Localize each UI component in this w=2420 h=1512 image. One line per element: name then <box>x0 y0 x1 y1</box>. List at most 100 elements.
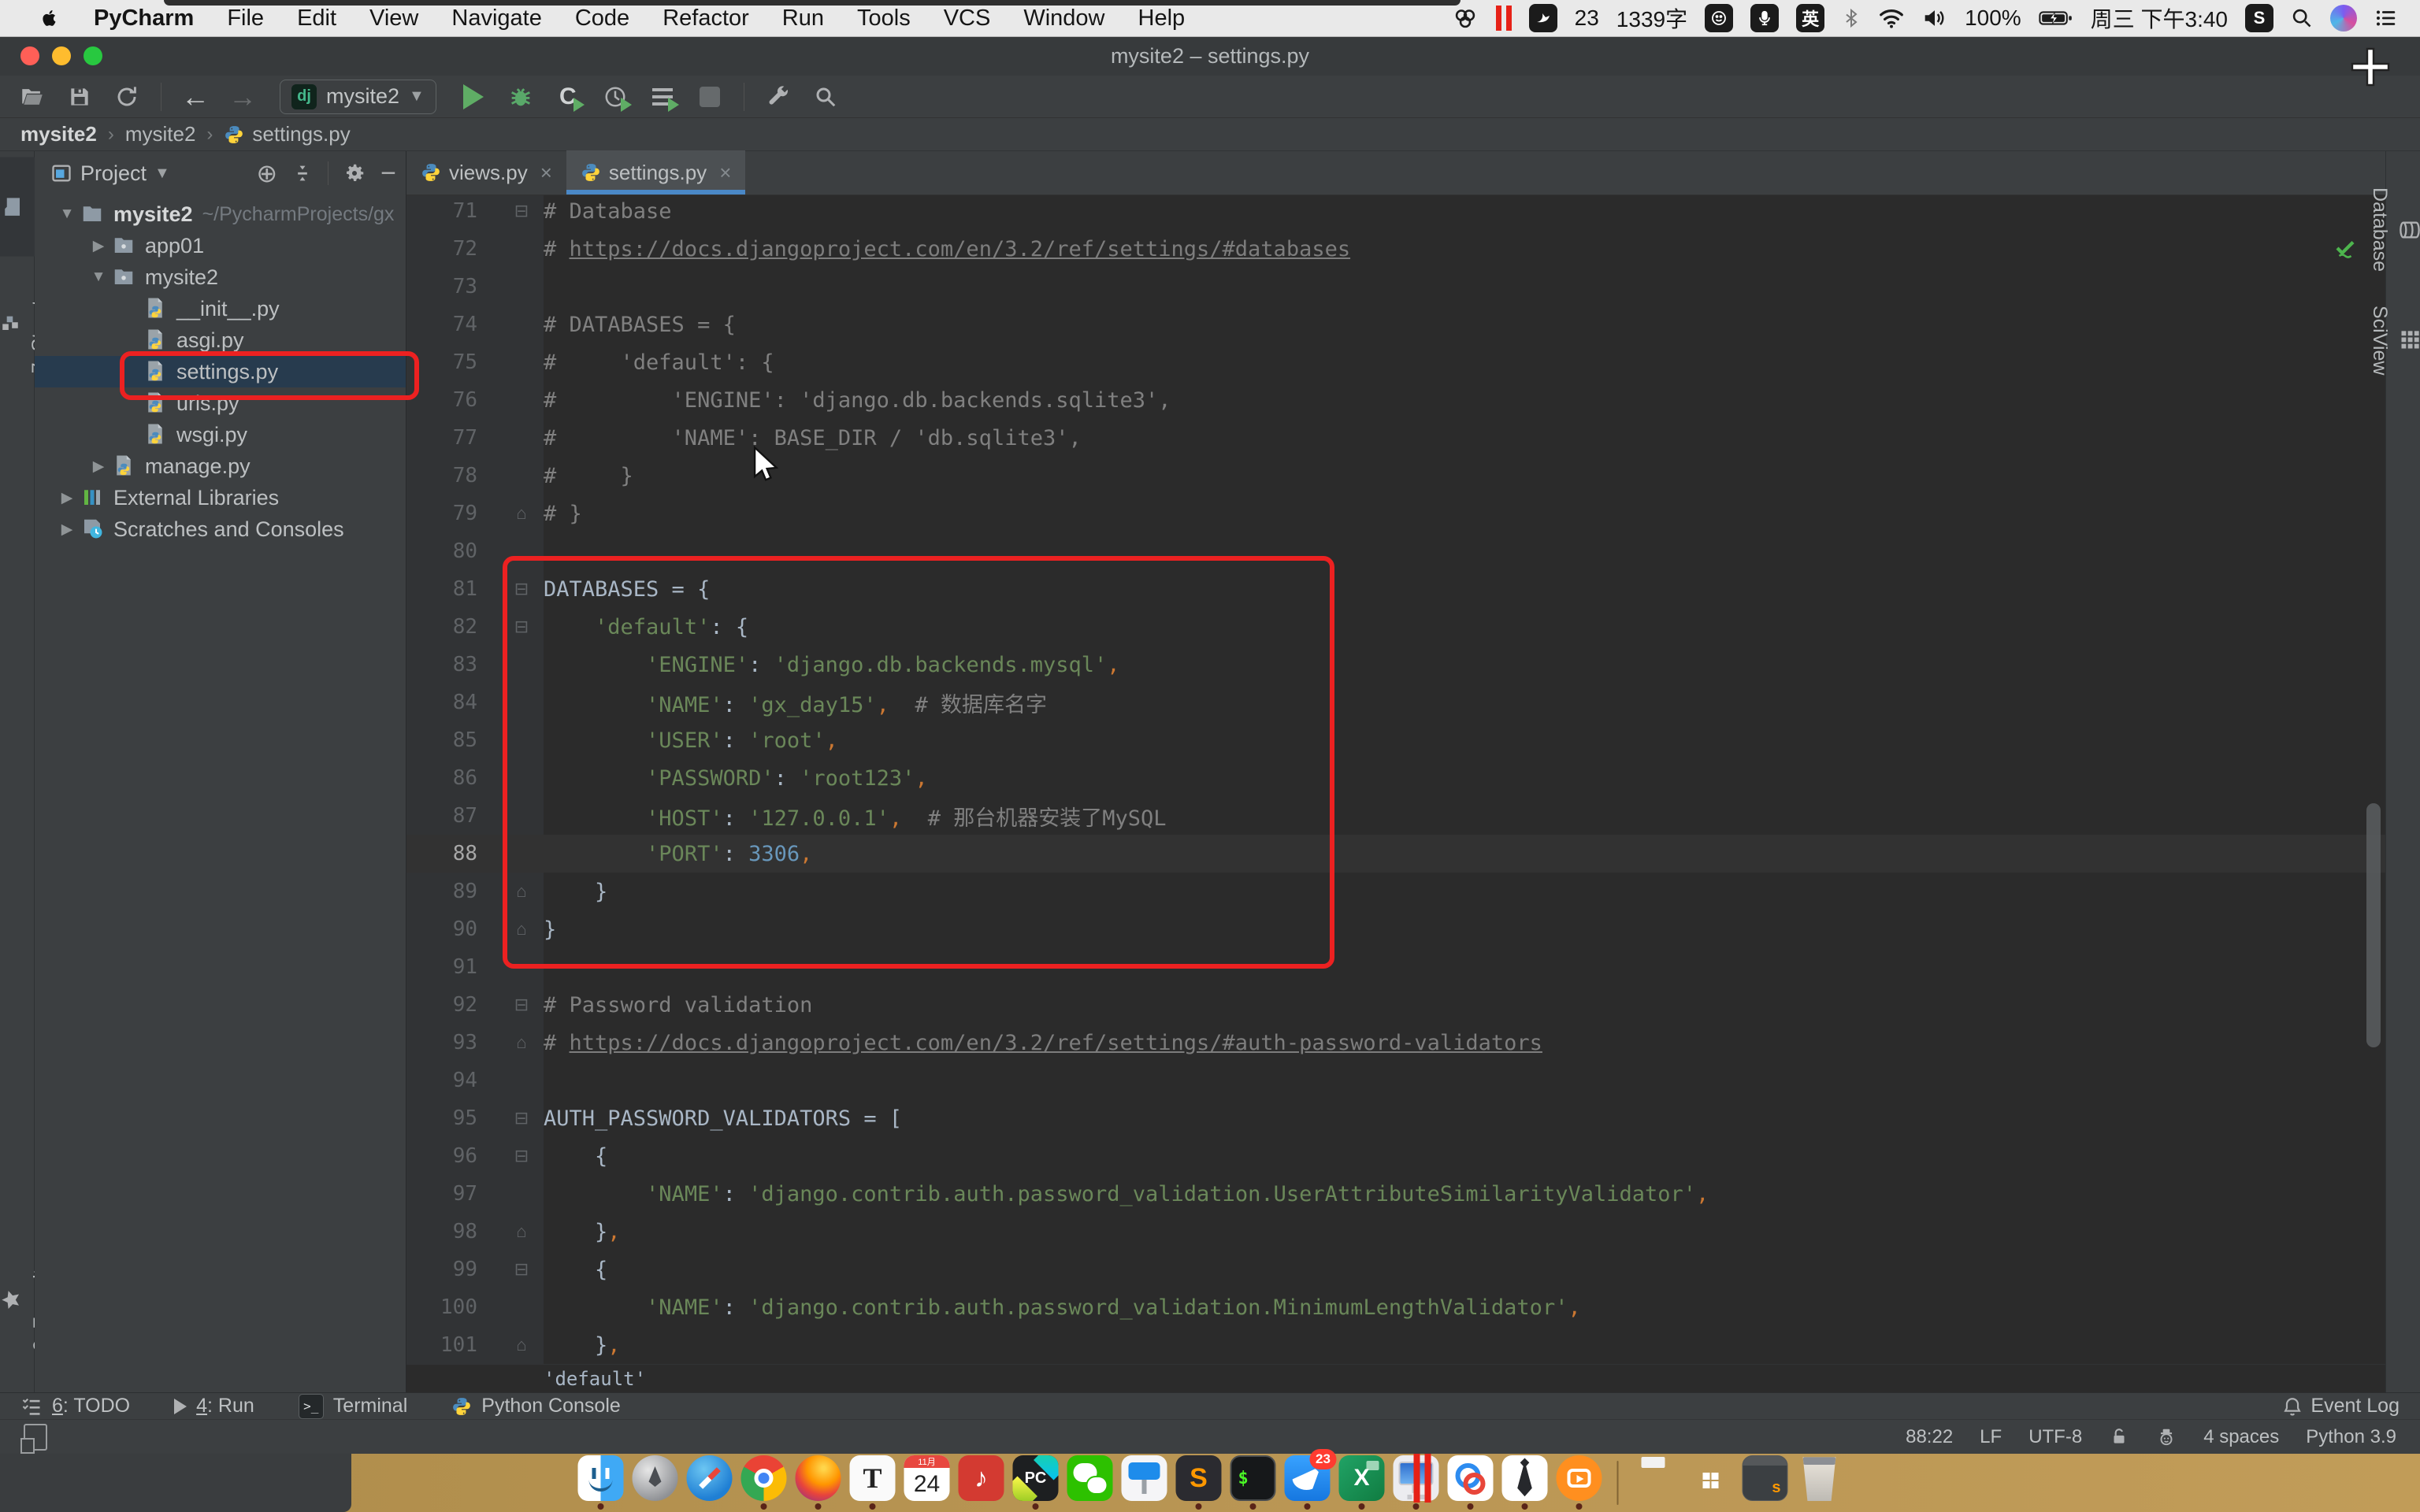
breadcrumb-item-1[interactable]: mysite2 <box>125 122 196 146</box>
inspection-ok-icon[interactable] <box>2333 236 2357 260</box>
tree-item-manage-py[interactable]: ▶manage.py <box>35 450 406 482</box>
code-line-79[interactable]: 79⌂# } <box>406 495 2385 532</box>
code-line-84[interactable]: 84 'NAME': 'gx_day15', # 数据库名字 <box>406 684 2385 721</box>
sidebar-tab-favorites[interactable]: 2: Favorites <box>0 1240 35 1359</box>
collapse-all-icon[interactable] <box>291 162 314 184</box>
status-python-3.9[interactable]: Python 3.9 <box>2306 1426 2396 1448</box>
breadcrumb-item-0[interactable]: mysite2 <box>20 122 97 146</box>
tree-item-asgi-py[interactable]: asgi.py <box>35 324 406 356</box>
status-search-icon[interactable] <box>2291 7 2313 29</box>
code-line-89[interactable]: 89⌂ } <box>406 873 2385 910</box>
code-line-94[interactable]: 94 <box>406 1062 2385 1099</box>
dock-item-pycharm[interactable]: PC <box>1013 1455 1059 1510</box>
dock-item-window-doc[interactable]: s <box>1743 1455 1788 1510</box>
fold-marker-icon[interactable]: ⌂ <box>499 919 544 939</box>
tree-open-arrow-icon[interactable]: ▼ <box>85 269 112 286</box>
fold-marker-icon[interactable]: ⌂ <box>499 1032 544 1053</box>
tree-item-external-libraries[interactable]: ▶External Libraries <box>35 482 406 513</box>
status-clock[interactable]: 周三 下午3:40 <box>2091 2 2228 34</box>
dock-item-parallels[interactable] <box>1394 1455 1439 1510</box>
code-line-97[interactable]: 97 'NAME': 'django.contrib.auth.password… <box>406 1175 2385 1213</box>
close-icon[interactable]: × <box>540 161 552 185</box>
dock-item-folder-windows[interactable] <box>1688 1455 1734 1510</box>
close-icon[interactable]: × <box>719 161 731 185</box>
tree-open-arrow-icon[interactable]: ▼ <box>54 206 80 223</box>
tree-item---init---py[interactable]: __init__.py <box>35 293 406 324</box>
search-everywhere-icon[interactable] <box>807 79 844 115</box>
status-pause-icon[interactable] <box>1496 6 1512 31</box>
locate-file-icon[interactable]: ⊕ <box>256 158 277 188</box>
code-line-91[interactable]: 91 <box>406 948 2385 986</box>
code-line-83[interactable]: 83 'ENGINE': 'django.db.backends.mysql', <box>406 646 2385 684</box>
unlock-icon[interactable] <box>2109 1426 2129 1448</box>
save-icon[interactable] <box>61 79 98 115</box>
code-line-74[interactable]: 74# DATABASES = { <box>406 306 2385 343</box>
open-folder-icon[interactable] <box>14 79 50 115</box>
status-rings-icon[interactable] <box>1452 5 1479 32</box>
sidebar-tab-sciview[interactable]: SciView <box>2386 306 2420 375</box>
project-view-label[interactable]: Project <box>80 161 147 186</box>
code-line-81[interactable]: 81⊟DATABASES = { <box>406 570 2385 608</box>
fold-marker-icon[interactable]: ⊟ <box>499 1259 544 1280</box>
code-line-90[interactable]: 90⌂} <box>406 910 2385 948</box>
apple-menu-icon[interactable] <box>20 0 77 36</box>
dock-item-keynote[interactable] <box>1122 1455 1167 1510</box>
gear-icon[interactable] <box>343 161 366 185</box>
code-line-88[interactable]: 88 'PORT': 3306, <box>406 835 2385 873</box>
chevron-down-icon[interactable]: ▼ <box>154 165 170 183</box>
hector-icon[interactable] <box>2156 1426 2177 1448</box>
code-line-73[interactable]: 73 <box>406 268 2385 306</box>
code-line-72[interactable]: 72# https://docs.djangoproject.com/en/3.… <box>406 230 2385 268</box>
status-volume-icon[interactable] <box>1922 7 1947 29</box>
dock-item-dingtalk[interactable]: 23 <box>1285 1455 1331 1510</box>
status-control-center-icon[interactable] <box>2374 6 2398 30</box>
fold-marker-icon[interactable]: ⌂ <box>499 503 544 524</box>
tree-closed-arrow-icon[interactable]: ▶ <box>85 458 112 476</box>
tree-closed-arrow-icon[interactable]: ▶ <box>54 521 80 539</box>
tree-item-wsgi-py[interactable]: wsgi.py <box>35 419 406 450</box>
code-line-82[interactable]: 82⊟ 'default': { <box>406 608 2385 646</box>
run-configuration-select[interactable]: dj mysite2 ▼ <box>280 80 436 114</box>
dock-item-safari[interactable] <box>687 1455 733 1510</box>
tree-item-scratches-and-consoles[interactable]: ▶Scratches and Consoles <box>35 513 406 545</box>
code-line-85[interactable]: 85 'USER': 'root', <box>406 721 2385 759</box>
dock-item-sublime[interactable]: S <box>1176 1455 1222 1510</box>
concurrency-diagram-button[interactable] <box>644 79 681 115</box>
dock-item-firefox[interactable] <box>796 1455 841 1510</box>
code-editor[interactable]: 71⊟# Database72# https://docs.djangoproj… <box>406 195 2385 1364</box>
fold-marker-icon[interactable]: ⊟ <box>499 995 544 1015</box>
tree-item-settings-py[interactable]: settings.py <box>35 356 406 387</box>
code-line-92[interactable]: 92⊟# Password validation <box>406 986 2385 1024</box>
status-emoji-icon[interactable] <box>1705 4 1733 32</box>
code-line-71[interactable]: 71⊟# Database <box>406 195 2385 230</box>
tree-closed-arrow-icon[interactable]: ▶ <box>85 237 112 255</box>
toolwindow-terminal[interactable]: >_Terminal <box>299 1394 407 1419</box>
dock-item-excel[interactable]: X <box>1339 1455 1385 1510</box>
tab-views-py[interactable]: views.py× <box>406 150 566 195</box>
code-line-80[interactable]: 80 <box>406 532 2385 570</box>
sync-icon[interactable] <box>109 79 145 115</box>
dock-item-chrome[interactable] <box>741 1455 787 1510</box>
dock-item-orangetv[interactable] <box>1557 1455 1602 1510</box>
dock-item-finder[interactable] <box>578 1455 624 1510</box>
fold-marker-icon[interactable]: ⊟ <box>499 1108 544 1128</box>
dock-item-launchpad[interactable] <box>633 1455 678 1510</box>
dock-item-wechat[interactable] <box>1067 1455 1113 1510</box>
fold-marker-icon[interactable]: ⊟ <box>499 201 544 221</box>
dock-item-terminal[interactable]: $ <box>1230 1455 1276 1510</box>
dock-item-calendar[interactable]: 11月24 <box>904 1455 950 1510</box>
dock-item-tieapp[interactable] <box>1502 1455 1548 1510</box>
tab-settings-py[interactable]: settings.py× <box>566 150 745 195</box>
dock-item-netease[interactable]: ♪ <box>959 1455 1004 1510</box>
fold-marker-icon[interactable]: ⌂ <box>499 1335 544 1355</box>
editor-scrollbar[interactable] <box>2366 803 2381 1047</box>
status-utf-8[interactable]: UTF-8 <box>2028 1426 2082 1448</box>
status-s-app-icon[interactable]: S <box>2245 4 2273 32</box>
code-line-77[interactable]: 77# 'NAME': BASE_DIR / 'db.sqlite3', <box>406 419 2385 457</box>
tree-item-urls-py[interactable]: urls.py <box>35 387 406 419</box>
tool-window-switcher-icon[interactable] <box>24 1424 47 1451</box>
status-siri-icon[interactable] <box>2330 5 2357 32</box>
toolwindow-event-log[interactable]: Event Log <box>2282 1395 2400 1418</box>
tree-item-app01[interactable]: ▶app01 <box>35 230 406 261</box>
breadcrumb-item-2[interactable]: settings.py <box>252 122 350 146</box>
